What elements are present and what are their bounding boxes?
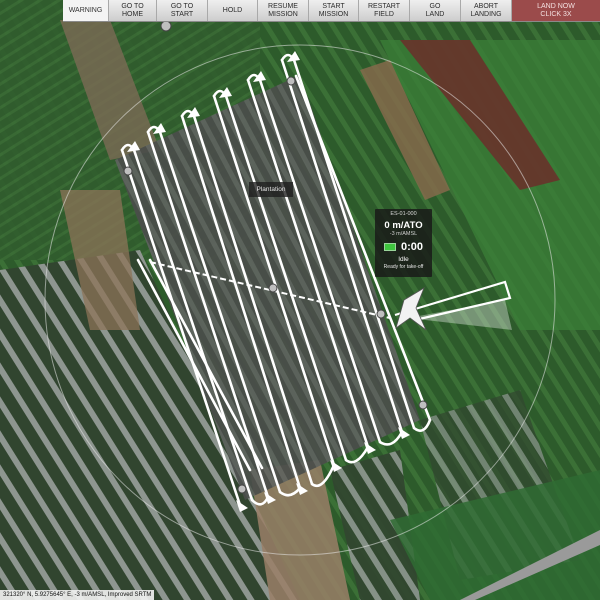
- flight-timer: 0:00: [400, 241, 424, 253]
- land-now-button[interactable]: LAND NOW Click 3x: [512, 0, 600, 21]
- satellite-map[interactable]: [0, 0, 600, 600]
- drone-altitude-amsl: -3 m/AMSL: [389, 231, 418, 237]
- hold-button[interactable]: HOLD: [208, 0, 258, 21]
- drone-state: Idle: [398, 256, 409, 263]
- drone-substate: Ready for take-off: [383, 264, 424, 270]
- resume-mission-button[interactable]: RESUME MISSION: [258, 0, 309, 21]
- field-label[interactable]: Plantation: [249, 182, 293, 197]
- abort-landing-button[interactable]: ABORT LANDING: [461, 0, 512, 21]
- go-to-home-button[interactable]: GO TO HOME: [109, 0, 157, 21]
- go-to-start-button[interactable]: GO TO START: [157, 0, 208, 21]
- go-land-button[interactable]: GO LAND: [410, 0, 461, 21]
- mission-toolbar: WARNING GO TO HOME GO TO START HOLD RESU…: [63, 0, 600, 22]
- start-mission-button[interactable]: START MISSION: [309, 0, 359, 21]
- drone-id: ES-01-000: [390, 211, 417, 217]
- warning-button[interactable]: WARNING: [63, 0, 109, 21]
- drone-status-panel[interactable]: ES-01-000 0 m/ATO -3 m/AMSL 0:00 Idle Re…: [375, 209, 432, 277]
- battery-icon: [383, 243, 396, 251]
- mission-map-view: WARNING GO TO HOME GO TO START HOLD RESU…: [0, 0, 600, 600]
- drone-altitude: 0 m/ATO: [384, 220, 423, 231]
- restart-field-button[interactable]: RESTART FIELD: [359, 0, 410, 21]
- coordinate-readout: 321320° N, 5.9275645° E, -3 m/AMSL, Impr…: [0, 590, 155, 600]
- drone-battery-timer-row: 0:00: [375, 240, 432, 254]
